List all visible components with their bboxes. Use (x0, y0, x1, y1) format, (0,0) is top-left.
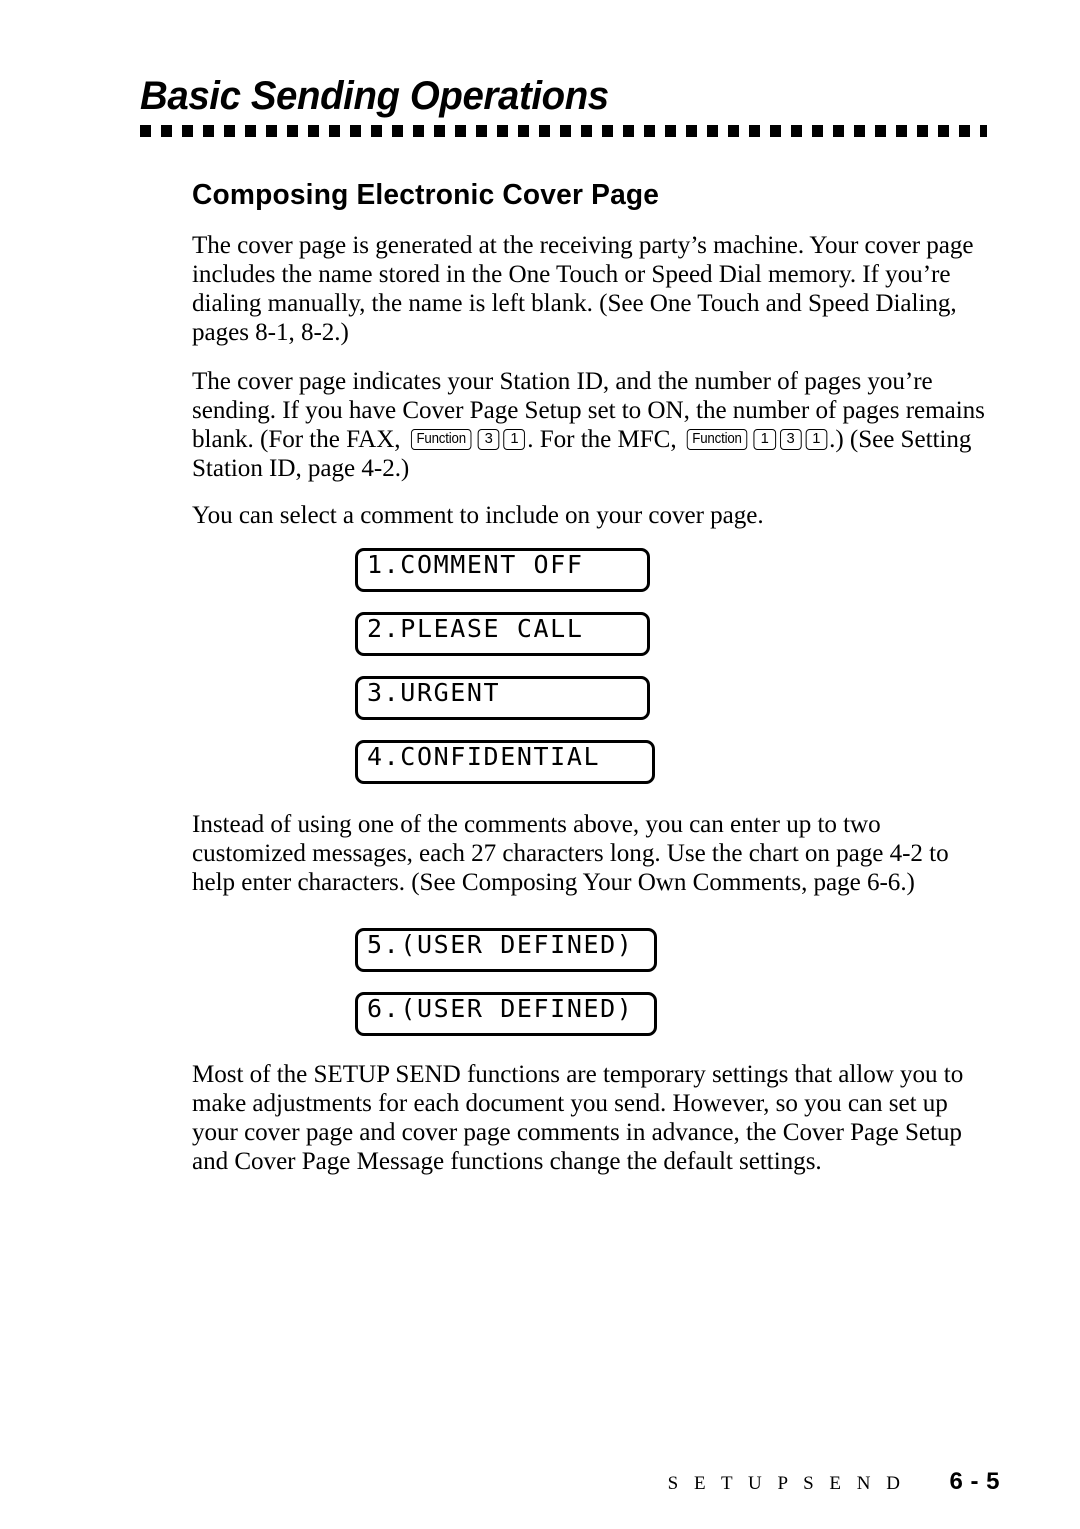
paragraph-station-id: The cover page indicates your Station ID… (192, 366, 990, 482)
paragraph-block-4: Instead of using one of the comments abo… (192, 809, 1002, 896)
footer-page-number: 6 - 5 (949, 1468, 1000, 1495)
lcd-display-item: 4.CONFIDENTIAL (355, 740, 655, 784)
square-dot-rule (140, 125, 987, 137)
key-1-mfc-second: 1 (805, 428, 828, 450)
paragraph-cover-page-generated: The cover page is generated at the recei… (192, 230, 974, 346)
lcd-text: 6.(USER DEFINED) (367, 994, 634, 1023)
paragraph-setup-send-functions: Most of the SETUP SEND functions are tem… (192, 1059, 964, 1175)
lcd-display-item: 1.COMMENT OFF (355, 548, 650, 592)
key-3-fax: 3 (477, 428, 500, 450)
paragraph-select-comment: You can select a comment to include on y… (192, 500, 764, 529)
key-function-fax: Function (411, 428, 472, 450)
key-1-mfc-first: 1 (753, 428, 776, 450)
lcd-text: 2.PLEASE CALL (367, 614, 584, 643)
lcd-text: 4.CONFIDENTIAL (367, 742, 601, 771)
section-heading: Composing Electronic Cover Page (192, 179, 660, 211)
paragraph-block-2: The cover page indicates your Station ID… (192, 366, 1002, 482)
key-1-fax: 1 (503, 428, 526, 450)
footer-section-label: S E T U P S E N D (667, 1473, 906, 1494)
paragraph-block-5: Most of the SETUP SEND functions are tem… (192, 1059, 1002, 1175)
lcd-text: 5.(USER DEFINED) (367, 930, 634, 959)
paragraph-customized-messages: Instead of using one of the comments abo… (192, 809, 949, 896)
key-function-mfc: Function (687, 428, 748, 450)
lcd-display-list-comments: 1.COMMENT OFF 2.PLEASE CALL 3.URGENT 4.C… (355, 548, 655, 804)
lcd-display-item: 3.URGENT (355, 676, 650, 720)
paragraph-block-3: You can select a comment to include on y… (192, 500, 1002, 529)
lcd-display-item: 6.(USER DEFINED) (355, 992, 657, 1036)
lcd-display-item: 2.PLEASE CALL (355, 612, 650, 656)
paragraph-block-1: The cover page is generated at the recei… (192, 230, 1002, 346)
paragraph-station-id-text-2: . For the MFC, (527, 424, 683, 453)
chapter-title: Basic Sending Operations (140, 74, 609, 118)
page-footer: S E T U P S E N D 6 - 5 (0, 1468, 1000, 1496)
manual-page: Basic Sending Operations Composing Elect… (0, 0, 1080, 1529)
lcd-text: 1.COMMENT OFF (367, 550, 584, 579)
key-3-mfc: 3 (779, 428, 802, 450)
lcd-display-item: 5.(USER DEFINED) (355, 928, 657, 972)
chapter-header: Basic Sending Operations (140, 74, 1000, 137)
lcd-display-list-user-defined: 5.(USER DEFINED) 6.(USER DEFINED) (355, 928, 657, 1056)
lcd-text: 3.URGENT (367, 678, 501, 707)
